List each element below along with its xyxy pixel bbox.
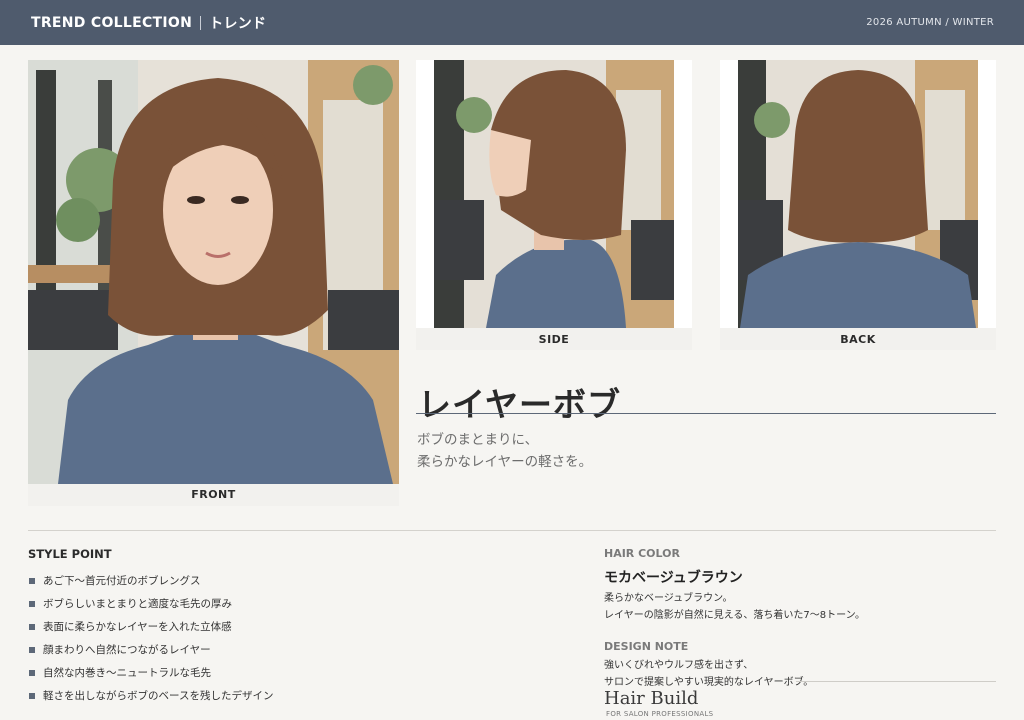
brand-subtitle: FOR SALON PROFESSIONALS	[606, 710, 714, 718]
back-caption: BACK	[720, 328, 996, 350]
side-caption: SIDE	[416, 328, 692, 350]
hair-color-name: モカベージュブラウン	[604, 570, 743, 586]
bullet-icon	[29, 577, 35, 584]
brand-logo: Hair Build	[604, 688, 699, 709]
bullet-icon	[29, 692, 35, 699]
list-item: 自然な内巻き〜ニュートラルな毛先	[29, 661, 273, 684]
header-bar: TREND COLLECTION トレンド 2026 AUTUMN / WINT…	[0, 0, 1024, 45]
hair-color-description: 柔らかなベージュブラウン。 レイヤーの陰影が自然に見える、落ち着いた7〜8トーン…	[604, 590, 865, 624]
bullet-icon	[29, 623, 35, 630]
brand-rule	[796, 681, 996, 682]
bullet-icon	[29, 600, 35, 607]
style-point-heading: STYLE POINT	[28, 547, 112, 561]
hair-color-desc-line-1: 柔らかなベージュブラウン。	[604, 593, 733, 604]
list-item: ボブらしいまとまりと適度な毛先の厚み	[29, 592, 273, 615]
section-divider	[28, 530, 996, 531]
header-title-en: TREND COLLECTION	[31, 14, 193, 31]
back-photo	[720, 60, 996, 328]
style-name: レイヤーボブ	[418, 385, 622, 424]
design-note-line-1: 強いくびれやウルフ感を出さず、	[604, 660, 754, 671]
list-item: 表面に柔らかなレイヤーを入れた立体感	[29, 615, 273, 638]
hair-color-heading: HAIR COLOR	[604, 547, 680, 560]
tagline-line-1: ボブのまとまりに、	[417, 432, 539, 448]
design-note-text: 強いくびれやウルフ感を出さず、 サロンで提案しやすい現実的なレイヤーボブ。	[604, 657, 813, 691]
bullet-icon	[29, 669, 35, 676]
design-note-heading: DESIGN NOTE	[604, 640, 689, 653]
list-item: あご下〜首元付近のボブレングス	[29, 569, 273, 592]
front-caption: FRONT	[28, 484, 399, 506]
tagline-line-2: 柔らかなレイヤーの軽さを。	[417, 454, 593, 470]
header-separator	[200, 15, 202, 30]
header-title-jp: トレンド	[209, 15, 267, 32]
style-point-list: あご下〜首元付近のボブレングス ボブらしいまとまりと適度な毛先の厚み 表面に柔ら…	[29, 569, 273, 707]
style-tagline: ボブのまとまりに、 柔らかなレイヤーの軽さを。	[417, 429, 837, 473]
title-underline	[416, 413, 996, 414]
front-photo	[28, 60, 399, 484]
hair-color-desc-line-2: レイヤーの陰影が自然に見える、落ち着いた7〜8トーン。	[604, 610, 866, 621]
season-label: 2026 AUTUMN / WINTER	[866, 17, 994, 28]
list-item: 軽さを出しながらボブのベースを残したデザイン	[29, 684, 273, 707]
bullet-icon	[29, 646, 35, 653]
header-title: TREND COLLECTION トレンド	[31, 13, 266, 33]
list-item: 顔まわりへ自然につながるレイヤー	[29, 638, 273, 661]
side-photo	[416, 60, 692, 328]
